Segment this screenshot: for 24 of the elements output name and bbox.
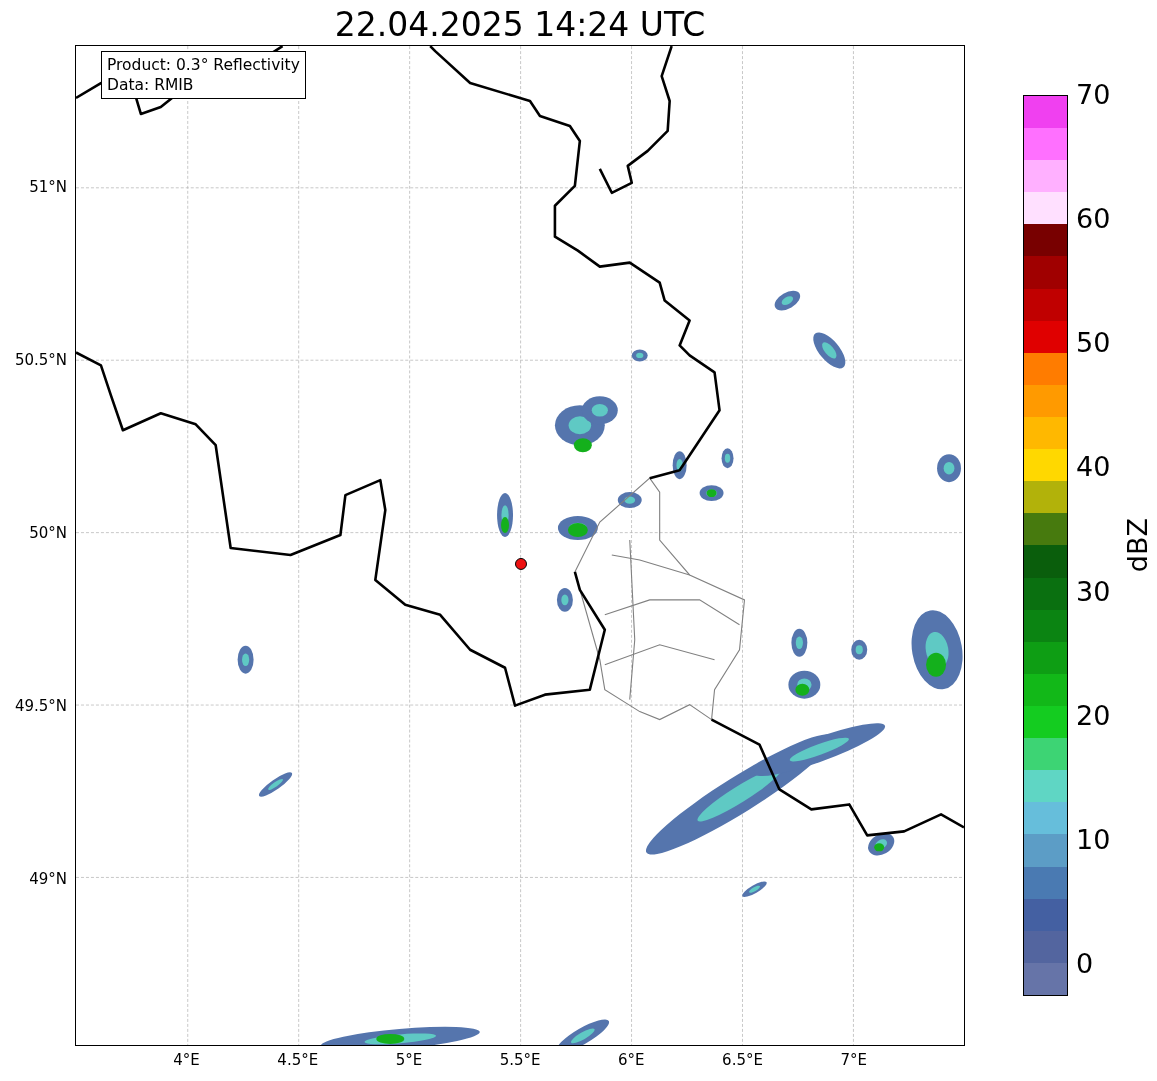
legend-text: Data: RMIB xyxy=(107,75,195,95)
axis-tick-label: 5.5°E xyxy=(499,1051,541,1069)
axis-tick-label: 6°E xyxy=(618,1051,645,1069)
axis-tick-label: 4°E xyxy=(173,1051,200,1069)
legend-text: Product: 0.3° Reflectivity xyxy=(107,55,300,75)
axis-tick-label: 6.5°E xyxy=(722,1051,763,1069)
colorbar-tick-label: 60 xyxy=(1076,203,1111,235)
axis-tick-label: 4.5°E xyxy=(277,1051,319,1069)
colorbar-tick-label: 0 xyxy=(1076,948,1094,979)
colorbar-label: dBZ xyxy=(1122,518,1154,573)
axis-tick-label: 50.5°N xyxy=(14,351,67,370)
axis-tick-label: 5°E xyxy=(395,1051,423,1069)
colorbar-tick-label: 40 xyxy=(1076,451,1111,483)
colorbar-tick-label: 30 xyxy=(1076,575,1111,607)
axis-tick-label: 7°E xyxy=(840,1051,867,1069)
axis-tick-label: 51°N xyxy=(29,178,67,197)
axis-tick-label: 50°N xyxy=(29,524,67,542)
colorbar-tick-label: 50 xyxy=(1076,327,1111,359)
axis-tick-label: 49°N xyxy=(29,869,67,888)
axis-tick-label: 49.5°N xyxy=(14,696,67,715)
colorbar-tick-label: 10 xyxy=(1076,823,1111,855)
chart-title: 22.04.2025 14:24 UTC xyxy=(333,4,707,45)
colorbar-tick-label: 20 xyxy=(1076,699,1111,731)
colorbar-tick-label: 70 xyxy=(1076,79,1111,110)
